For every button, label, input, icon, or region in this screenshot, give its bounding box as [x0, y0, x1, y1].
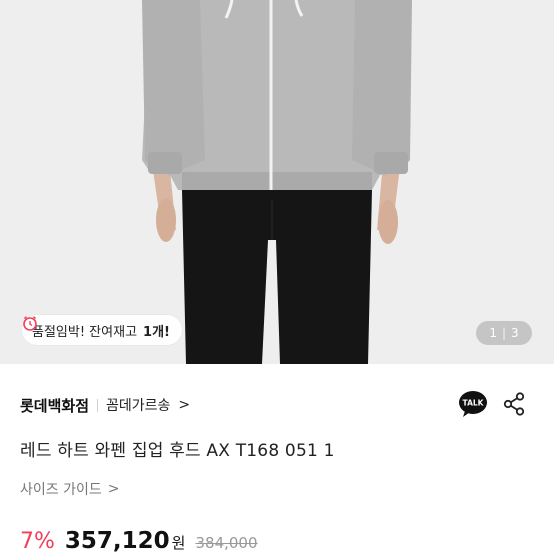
chevron-right-icon: > — [107, 481, 120, 497]
stock-alert-text: 품절임박! 잔여재고 — [32, 324, 138, 340]
stock-alert-badge: 품절임박! 잔여재고 1개! — [22, 315, 182, 345]
share-icon[interactable] — [503, 392, 525, 416]
pager-current: 1 — [489, 326, 497, 340]
shipping-label[interactable]: 꼼데가르송 — [106, 395, 170, 415]
svg-text:TALK: TALK — [463, 399, 485, 408]
size-guide-link[interactable]: 사이즈 가이드 > — [20, 479, 119, 499]
seller-name[interactable]: 롯데백화점 — [20, 395, 89, 416]
chevron-right-icon[interactable]: > — [178, 397, 190, 413]
talk-icon[interactable]: TALK — [458, 390, 488, 418]
size-guide-label: 사이즈 가이드 — [20, 482, 102, 498]
pager-separator: | — [501, 326, 507, 340]
image-pager: 1 | 3 — [476, 321, 532, 345]
pager-total: 3 — [511, 326, 519, 340]
seller-divider — [97, 398, 99, 412]
product-title: 레드 하트 와펜 집업 후드 AX T168 051 1 — [20, 441, 335, 461]
original-price: 384,000 — [195, 534, 258, 552]
sale-price: 357,120 — [64, 528, 170, 554]
alarm-clock-icon — [23, 316, 37, 331]
product-photo-illustration — [0, 0, 554, 364]
seller-row[interactable]: 롯데백화점 꼼데가르송 > — [20, 390, 534, 420]
discount-rate: 7% — [20, 529, 55, 554]
stock-alert-count: 1개! — [143, 324, 170, 340]
product-image[interactable]: 품절임박! 잔여재고 1개! 1 | 3 — [0, 0, 554, 364]
price-row: 7% 357,120 원 384,000 — [20, 528, 258, 554]
currency-unit: 원 — [171, 534, 186, 552]
